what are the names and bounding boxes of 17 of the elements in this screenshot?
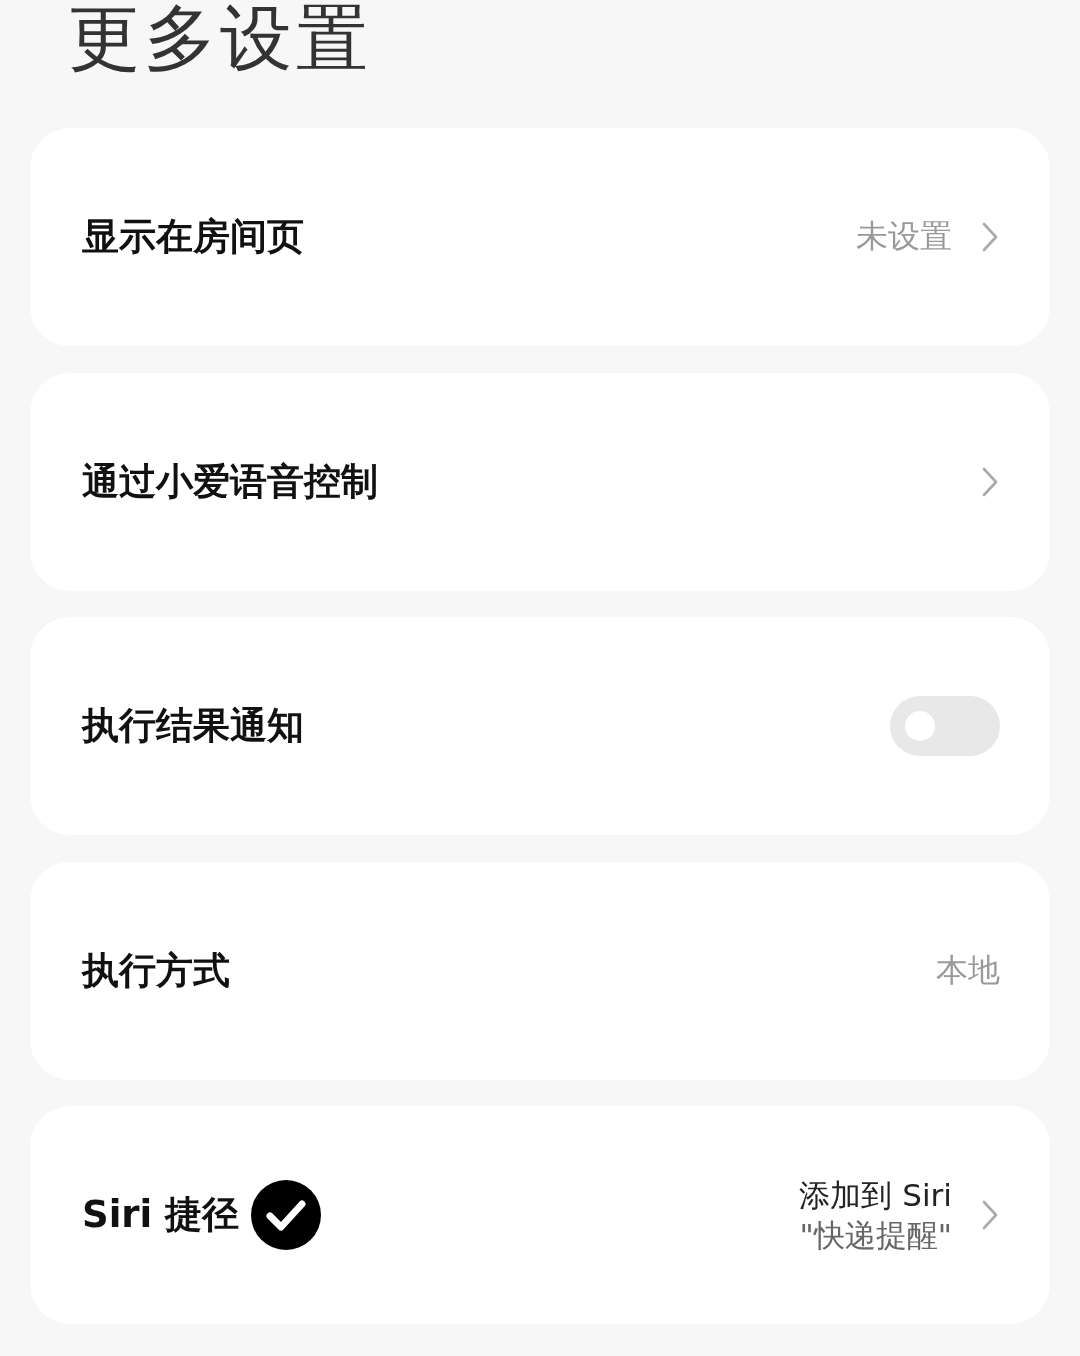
setting-label: 执行结果通知 — [82, 703, 304, 749]
setting-value: 本地 — [936, 949, 1000, 991]
setting-label: 执行方式 — [82, 947, 230, 994]
settings-row[interactable]: 显示在房间页 未设置 — [30, 128, 1050, 346]
setting-label: Siri 捷径 — [82, 1192, 240, 1238]
checkmark-icon — [251, 1180, 322, 1250]
chevron-right-icon — [980, 1199, 1000, 1231]
shortcut-phrase: "快递提醒" — [799, 1216, 952, 1255]
chevron-right-icon — [980, 221, 1000, 253]
setting-value: 未设置 — [856, 216, 952, 257]
settings-row[interactable]: 通过小爱语音控制 — [30, 372, 1050, 591]
shortcut-action: 添加到 Siri — [799, 1176, 952, 1215]
setting-label: 显示在房间页 — [82, 214, 304, 260]
page-title: 更多设置 — [68, 0, 373, 82]
chevron-right-icon — [980, 465, 1000, 498]
setting-label: 通过小爱语音控制 — [82, 458, 378, 505]
settings-row[interactable]: Siri 捷径 添加到 Siri "快递提醒" — [30, 1106, 1050, 1324]
